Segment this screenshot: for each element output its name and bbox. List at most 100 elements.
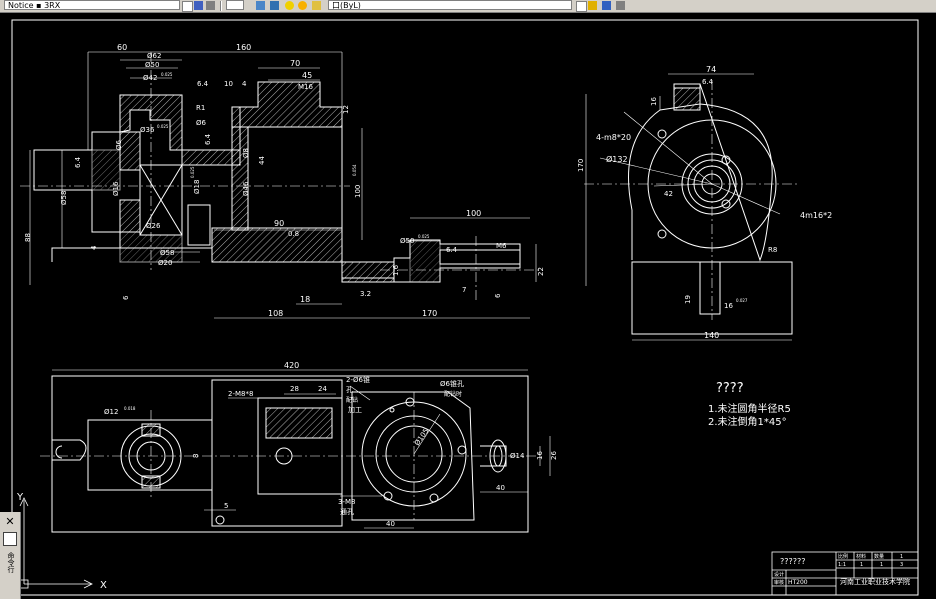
dim-hole: 孔 — [346, 386, 353, 394]
side-view — [584, 80, 800, 335]
dim-phi36-tol: 0.025 — [157, 124, 169, 129]
dim-2m8: 2-M8*8 — [228, 390, 253, 398]
dim-phi12-tol: 0.018 — [124, 406, 136, 411]
dropdown-arrow-icon[interactable] — [576, 1, 587, 12]
dim-12: 12 — [342, 105, 350, 114]
side-base-slot — [699, 261, 721, 315]
command-window-icon[interactable] — [3, 532, 17, 546]
sun-icon[interactable] — [298, 1, 307, 10]
title-block-text: ?????? 比例 材料 数量 1 1:1 1 1 3 设计 审核 HT200 … — [774, 553, 910, 586]
dim-6-4-top: 6.4 — [197, 80, 209, 88]
layer-tools-icon[interactable] — [270, 1, 279, 10]
dim-8: 8 — [192, 454, 200, 458]
dim-phi6-r: Ø6锥孔 — [440, 379, 464, 388]
dim-phi132: Ø132 — [606, 154, 628, 164]
dim-5: 5 — [224, 502, 228, 510]
dim-phi50-r: Ø50 — [400, 237, 414, 245]
command-line-panel: ✕ 命令行 — [0, 512, 21, 599]
dim-phi26: Ø26 — [146, 222, 161, 230]
side-hole-1 — [657, 129, 667, 139]
cad-drawing-canvas[interactable]: 60 Ø62 Ø50 Ø42 0.025 160 70 45 M16 6.4 1… — [0, 12, 936, 599]
front-hatch-left — [119, 131, 141, 171]
dim-phi36: Ø36 — [140, 126, 155, 134]
dim-22: 22 — [537, 267, 545, 276]
svg-text:3: 3 — [900, 562, 903, 568]
dim-r1: R1 — [196, 104, 205, 112]
layer-props-icon[interactable] — [194, 1, 203, 10]
front-hatch-mid — [181, 149, 241, 166]
dim-phi18: Ø18 — [193, 180, 201, 194]
lock-icon[interactable] — [312, 1, 321, 10]
layer-name-field[interactable]: Notice ▪ 3RX — [4, 0, 180, 10]
dim-tong: 通孔 — [340, 507, 354, 516]
front-hatch-shaft — [409, 239, 441, 283]
dim-28: 28 — [290, 385, 299, 393]
dim-phi14: Ø14 — [510, 452, 525, 460]
dim-4m16: 4m16*2 — [800, 211, 832, 220]
ucs-x-label: X — [100, 580, 107, 591]
dim-phi6: Ø6 — [196, 119, 207, 127]
layer-color-field[interactable]: 口(ByL) — [328, 0, 572, 10]
technical-notes: ???? 1.未注圆角半径R5 2.未注倒角1*45° — [708, 381, 791, 428]
dim-6-low: 6 — [122, 295, 130, 300]
dim-phi42: Ø42 — [143, 74, 157, 82]
dim-100-r: 100 — [466, 209, 481, 218]
dim-m6: M6 — [496, 242, 507, 250]
dim-4-top: 4 — [242, 80, 247, 88]
side-hole-4 — [657, 229, 667, 239]
material-cell: HT200 — [788, 579, 808, 586]
dim-45: 45 — [302, 71, 312, 80]
dim-10: 10 — [224, 80, 233, 88]
dim-4m8: 4-m8*20 — [596, 133, 631, 142]
front-hatch-upright — [231, 81, 343, 128]
dim-phi12: Ø12 — [104, 408, 118, 416]
dim-6-4-r: 6.4 — [446, 246, 458, 254]
dim-6-4-mid: 6.4 — [204, 133, 212, 145]
dim-1-6: 1.6 — [392, 264, 400, 276]
dim-4-low: 4 — [90, 245, 98, 250]
dim-170-s: 170 — [577, 159, 585, 172]
dim-phi50-tol: 0.025 — [418, 234, 430, 239]
layer-color-icon[interactable] — [588, 1, 597, 10]
toolbar-separator — [220, 1, 222, 11]
dim-phi8: Ø8 — [242, 148, 250, 158]
top-small-hole — [215, 515, 225, 525]
dim-88: 88 — [24, 233, 32, 242]
dim-phi105: Ø105 — [413, 427, 430, 447]
dim-pei-r: 配钻时 — [444, 390, 462, 398]
close-icon[interactable]: ✕ — [3, 515, 17, 529]
dim-16-tol: 0.027 — [736, 298, 748, 303]
dim-16-b: 16 — [724, 302, 733, 310]
dim-70: 70 — [290, 59, 300, 68]
front-hatch-base — [211, 227, 343, 263]
svg-text:比例: 比例 — [838, 553, 848, 560]
front-hatch-bottom — [119, 199, 141, 233]
dim-16-s: 16 — [650, 97, 658, 106]
dim-phi6-l: Ø6 — [115, 139, 123, 150]
dim-6-4-left: 6.4 — [74, 156, 82, 168]
dim-40-b: 40 — [386, 520, 395, 528]
svg-text:1: 1 — [880, 562, 883, 568]
dim-6-r: 6 — [494, 293, 502, 298]
dim-26: 26 — [550, 451, 558, 460]
dim-m16: M16 — [298, 83, 313, 91]
dim-pei: 配钻 — [346, 396, 358, 404]
ucs-y-label: Y — [16, 492, 24, 503]
label-design: 设计 — [774, 571, 784, 578]
lightbulb-icon[interactable] — [285, 1, 294, 10]
dim-phi50: Ø50 — [145, 61, 159, 69]
drawing-name: ?????? — [780, 557, 805, 566]
dropdown-icon[interactable] — [182, 1, 193, 12]
dim-gong: 加工 — [348, 405, 362, 414]
layer-state-field[interactable] — [226, 0, 244, 10]
front-view — [20, 52, 540, 300]
layer-iso-icon[interactable] — [616, 1, 625, 10]
dim-0-8: 0.8 — [288, 230, 299, 238]
layer-prev-icon[interactable] — [206, 1, 215, 10]
dim-100-tol: 0.054 — [352, 164, 357, 176]
dim-phi16: Ø16 — [112, 181, 120, 196]
svg-text:1: 1 — [900, 554, 903, 560]
layer-walk-icon[interactable] — [602, 1, 611, 10]
top-left-lug — [52, 439, 87, 461]
match-prop-icon[interactable] — [256, 1, 265, 10]
